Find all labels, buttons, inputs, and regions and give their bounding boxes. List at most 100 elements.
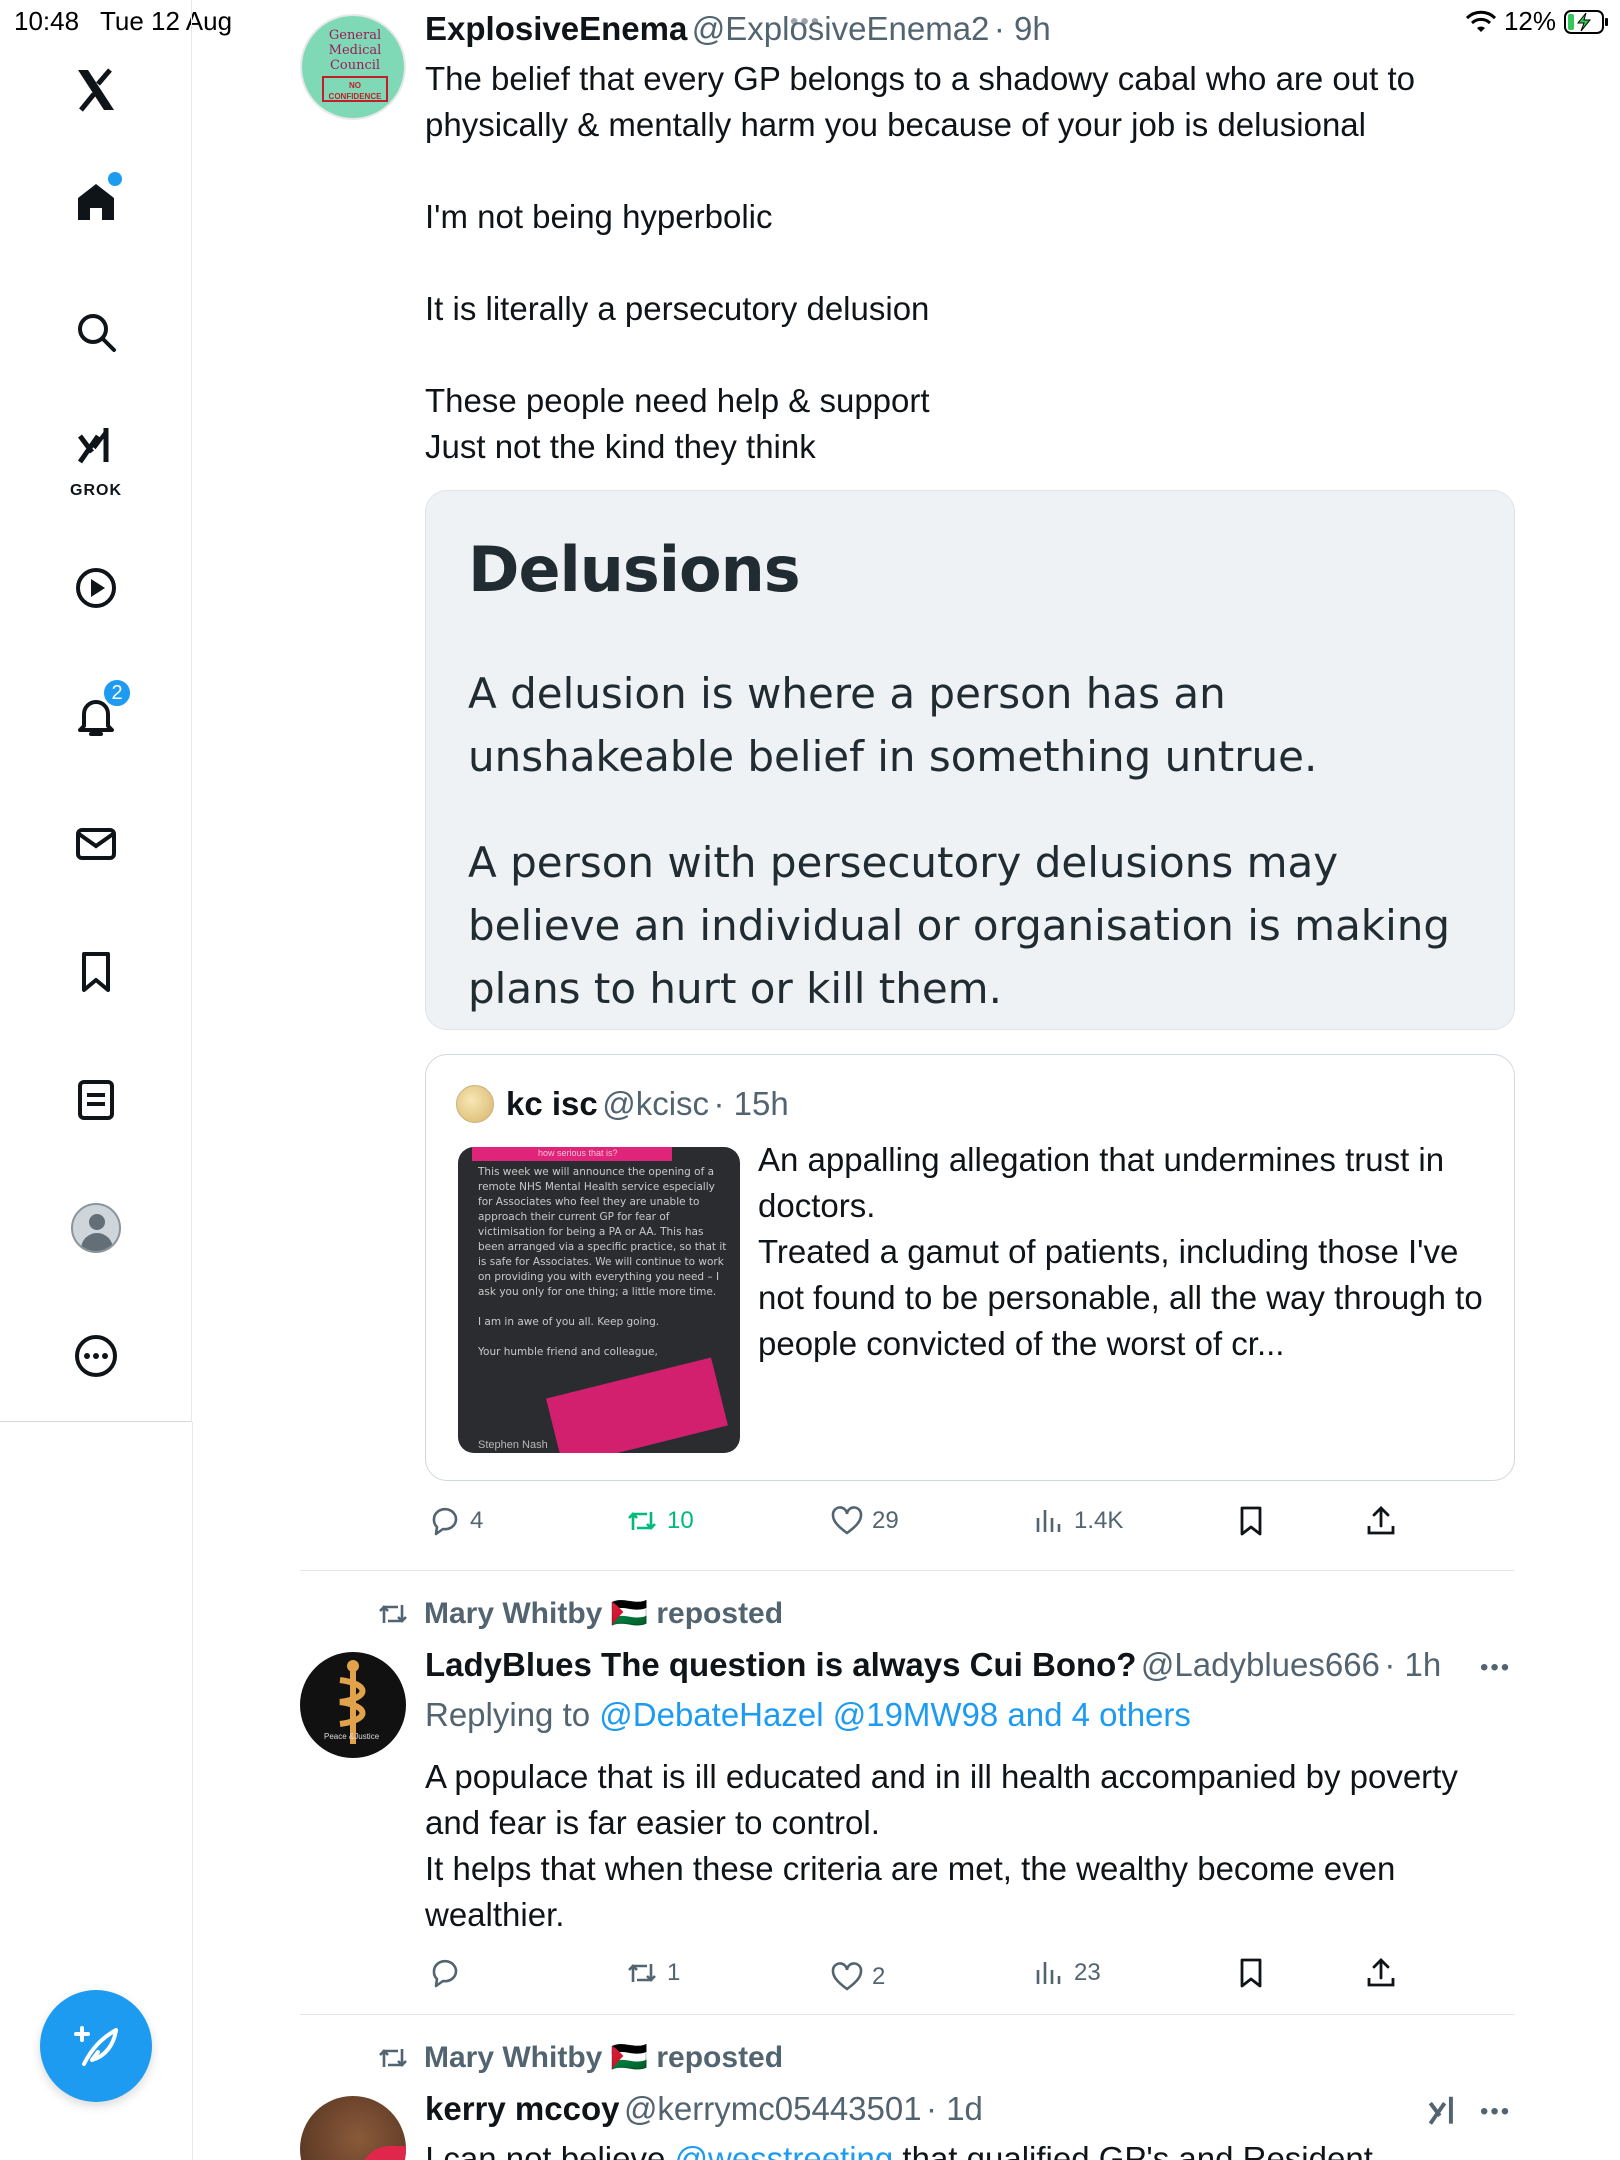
avatar-stamp: NO CONFIDENCE — [322, 76, 388, 102]
more-options-icon[interactable] — [56, 1316, 136, 1396]
search-icon[interactable] — [56, 292, 136, 372]
thumb-header-text: how serious that is? — [538, 1148, 618, 1158]
view-count: 23 — [1074, 1959, 1101, 1986]
bookmarks-icon[interactable] — [56, 932, 136, 1012]
reposted-icon — [379, 2048, 407, 2067]
x-logo-icon[interactable] — [56, 50, 136, 130]
author-handle[interactable]: @Ladyblues666 — [1141, 1646, 1380, 1683]
tweet-text-prefix: I can not believe — [425, 2140, 675, 2160]
author-name[interactable]: ExplosiveEnema — [425, 10, 687, 47]
lists-icon[interactable] — [56, 1060, 136, 1140]
compose-feather-icon — [74, 2026, 118, 2066]
home-icon[interactable] — [56, 162, 136, 242]
image-paragraph-2: A person with persecutory delusions may … — [468, 838, 1451, 1013]
sidebar: GROK 2 — [0, 0, 192, 1422]
home-badge-dot — [108, 172, 122, 186]
like-button[interactable]: 2 — [830, 1960, 885, 1994]
thumb-signature: Stephen Nash — [478, 1439, 548, 1451]
notifications-bell-icon[interactable]: 2 — [56, 676, 136, 756]
thumb-pink-overlay — [546, 1357, 728, 1453]
author-avatar[interactable]: Peace &Justice — [300, 1652, 406, 1758]
repost-count: 10 — [667, 1507, 694, 1534]
heart-icon — [831, 1506, 863, 1535]
quoted-text: An appalling allegation that undermines … — [758, 1141, 1483, 1362]
tweet-header: LadyBlues The question is always Cui Bon… — [425, 1646, 1441, 1684]
thumb-body-text: This week we will announce the opening o… — [478, 1166, 727, 1358]
tweet-text: I can not believe @wesstreeting that qua… — [425, 2136, 1525, 2160]
repost-icon — [628, 1964, 656, 1982]
bookmark-button[interactable] — [1234, 1956, 1268, 1990]
tweet-image-delusions[interactable]: Delusions A delusion is where a person h… — [425, 490, 1515, 1030]
reply-button[interactable]: 4 — [428, 1504, 483, 1538]
grok-explain-icon[interactable] — [1424, 2092, 1462, 2135]
views-button[interactable]: 1.4K — [1032, 1504, 1123, 1538]
repost-button[interactable]: 1 — [625, 1956, 680, 1990]
more-menu-icon[interactable]: ••• — [1480, 1654, 1511, 1682]
replying-prefix: Replying to — [425, 1696, 600, 1733]
reposted-by[interactable]: Mary Whitby 🇵🇸 reposted — [424, 1596, 783, 1631]
grok-label: GROK — [70, 482, 122, 499]
image-paragraph-1: A delusion is where a person has an unsh… — [468, 669, 1318, 781]
like-count: 29 — [872, 1507, 899, 1534]
replying-to-users[interactable]: @DebateHazel @19MW98 and 4 others — [599, 1696, 1191, 1733]
tweet-text-suffix: that qualified GP's and Resident — [893, 2140, 1373, 2160]
repost-icon — [628, 1512, 656, 1530]
views-chart-icon — [1036, 1510, 1061, 1532]
avatar-red-shape — [360, 2146, 406, 2160]
author-avatar[interactable]: General Medical Council NO CONFIDENCE — [300, 14, 406, 120]
reposted-by[interactable]: Mary Whitby 🇵🇸 reposted — [424, 2040, 783, 2075]
views-button[interactable]: 23 — [1032, 1956, 1101, 1990]
repost-context: Mary Whitby 🇵🇸 reposted — [376, 1596, 783, 1631]
tweet-header: ExplosiveEnema @ExplosiveEnema2 · 9h — [425, 10, 1051, 48]
author-name[interactable]: kerry mccoy — [425, 2090, 619, 2127]
profile-avatar[interactable] — [56, 1188, 136, 1268]
repost-count: 1 — [667, 1959, 681, 1986]
wifi-icon — [1465, 10, 1496, 32]
tweet-header: kerry mccoy @kerrymc05443501 · 1d — [425, 2090, 983, 2128]
notifications-badge: 2 — [102, 678, 132, 708]
status-right: 12% — [1465, 6, 1610, 37]
battery-percent: 12% — [1503, 6, 1556, 36]
quoted-time: · 15h — [713, 1085, 789, 1122]
bookmark-icon — [1240, 1958, 1262, 1988]
author-handle[interactable]: @kerrymc05443501 — [624, 2090, 922, 2127]
tweet-time[interactable]: · 9h — [994, 10, 1051, 47]
video-play-icon[interactable] — [56, 548, 136, 628]
mention-link[interactable]: @wesstreeting — [675, 2140, 894, 2160]
quoted-image-thumbnail[interactable]: how serious that is? This week we will a… — [458, 1147, 740, 1453]
share-button[interactable] — [1364, 1956, 1398, 1990]
tweet-time[interactable]: · 1d — [926, 2090, 983, 2127]
repost-button[interactable]: 10 — [625, 1504, 694, 1538]
avatar-peace-text: Peace &Justice — [324, 1732, 380, 1741]
reply-button[interactable] — [428, 1956, 470, 1990]
quoted-author-handle: @kcisc — [602, 1085, 710, 1122]
quoted-author-avatar — [456, 1085, 494, 1123]
bookmark-icon — [1240, 1506, 1262, 1536]
view-count: 1.4K — [1074, 1507, 1124, 1534]
bookmark-button[interactable] — [1234, 1504, 1268, 1538]
tweet-separator — [300, 1570, 1514, 1571]
battery-charging-icon — [1564, 9, 1608, 34]
reply-icon — [432, 1959, 458, 1988]
sidebar-divider — [192, 1422, 193, 2160]
more-menu-icon[interactable]: ••• — [1480, 2098, 1511, 2126]
reply-icon — [432, 1507, 458, 1536]
share-icon — [1367, 1506, 1395, 1535]
compose-post-button[interactable] — [40, 1990, 152, 2102]
grok-icon[interactable]: GROK — [56, 410, 136, 502]
tweet-time[interactable]: · 1h — [1384, 1646, 1441, 1683]
profile-avatar-icon — [71, 1203, 121, 1253]
share-button[interactable] — [1364, 1504, 1398, 1538]
reply-count: 4 — [470, 1507, 484, 1534]
avatar-gmc-text: General Medical Council — [328, 28, 382, 73]
image-title: Delusions — [468, 533, 801, 606]
messages-envelope-icon[interactable] — [56, 804, 136, 884]
author-avatar[interactable] — [300, 2096, 406, 2160]
quoted-tweet[interactable]: kc isc @kcisc · 15h how serious that is?… — [425, 1054, 1515, 1481]
like-count: 2 — [872, 1963, 886, 1990]
author-name[interactable]: LadyBlues The question is always Cui Bon… — [425, 1646, 1136, 1683]
replying-to: Replying to @DebateHazel @19MW98 and 4 o… — [425, 1696, 1191, 1734]
like-button[interactable]: 29 — [830, 1504, 899, 1538]
tweet-separator — [300, 2014, 1514, 2015]
author-handle[interactable]: @ExplosiveEnema2 — [692, 10, 990, 47]
